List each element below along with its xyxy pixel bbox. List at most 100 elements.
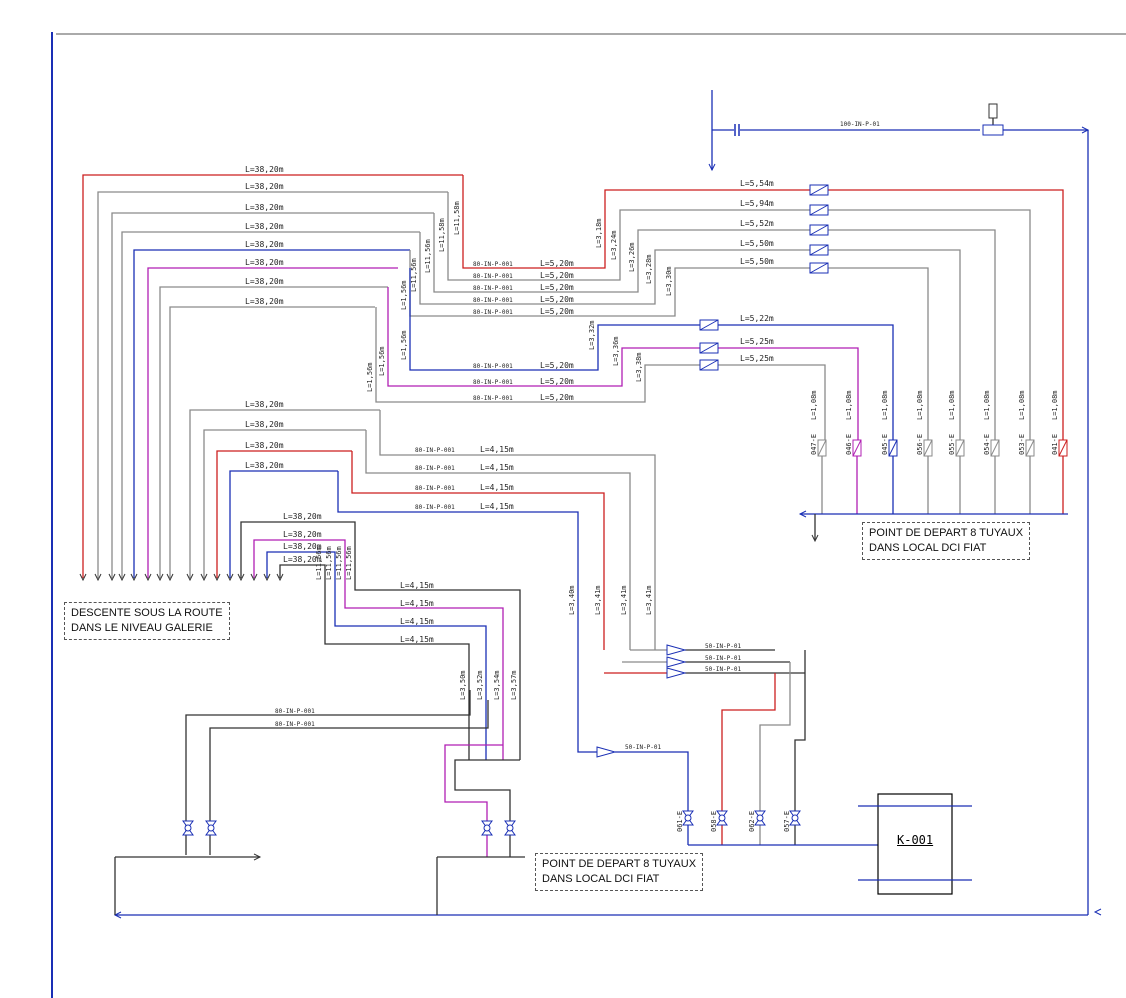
valve-tag: 045-E	[881, 434, 889, 455]
left-riser-length: L=11,56m	[335, 546, 343, 580]
header-length: L=38,20m	[245, 258, 284, 267]
header-pipe	[159, 286, 388, 578]
note-depart-bottom: POINT DE DEPART 8 TUYAUX DANS LOCAL DCI …	[535, 853, 704, 891]
header-length: L=38,20m	[245, 441, 284, 450]
branch-length: L=5,52m	[740, 219, 774, 228]
meter-icon	[982, 124, 1004, 136]
branch-length: L=5,50m	[740, 257, 774, 266]
mid-length: L=5,20m	[540, 295, 574, 304]
valve-stem-icon	[207, 824, 215, 832]
reducer-icon	[666, 644, 687, 656]
small-line-tag: 50-IN-P-01	[705, 666, 742, 673]
branch-length: L=5,22m	[740, 314, 774, 323]
line-tag: 80-IN-P-001	[275, 721, 315, 728]
mid-length: L=4,15m	[480, 463, 514, 472]
mid-length: L=4,15m	[400, 635, 434, 644]
mid-length: L=5,20m	[540, 393, 574, 402]
line-tag: 80-IN-P-001	[415, 504, 455, 511]
mid-length: L=4,15m	[480, 502, 514, 511]
line-tag: 80-IN-P-001	[473, 395, 513, 402]
riser-length: L=3,32m	[588, 320, 596, 350]
actuator-icon	[988, 103, 998, 119]
header-length: L=38,20m	[245, 203, 284, 212]
valve-tag: 054-E	[983, 434, 991, 455]
drop-length: L=1,08m	[881, 390, 889, 420]
riser-length: L=3,18m	[595, 218, 603, 248]
left-riser-length: L=11,56m	[424, 239, 432, 273]
branch-pipe	[375, 307, 826, 440]
header-length: L=38,20m	[283, 512, 322, 521]
mid-length: L=5,20m	[540, 377, 574, 386]
pipe-labels: 100-IN-P-01 L=38,20m L=38,20m L=38,20m L=38,…	[245, 121, 1059, 832]
reducer-icon	[596, 746, 617, 758]
left-riser-length: L=1,56m	[366, 362, 374, 392]
small-line-tag: 50-IN-P-01	[705, 643, 742, 650]
header-length: L=38,20m	[245, 400, 284, 409]
line-tag: 80-IN-P-001	[415, 465, 455, 472]
valve-tag: 058-E	[710, 811, 718, 832]
line-tag: 80-IN-P-001	[473, 285, 513, 292]
left-riser-length: L=11,56m	[325, 546, 333, 580]
line-tag: 80-IN-P-001	[473, 261, 513, 268]
left-riser-length: L=1,56m	[400, 330, 408, 360]
riser-length: L=3,28m	[645, 254, 653, 284]
mid-length: L=4,15m	[400, 599, 434, 608]
drop-length: L=1,08m	[845, 390, 853, 420]
mid-length: L=4,15m	[400, 581, 434, 590]
drop-length: L=1,08m	[916, 390, 924, 420]
riser-length: L=3,40m	[568, 585, 576, 615]
mid-length: L=4,15m	[480, 445, 514, 454]
pipe-segment	[209, 700, 489, 855]
branch-length: L=5,50m	[740, 239, 774, 248]
branch-length: L=5,54m	[740, 179, 774, 188]
line-tag: 80-IN-P-001	[415, 447, 455, 454]
header-pipe	[82, 174, 463, 578]
branch-pipe	[379, 410, 656, 650]
valve-stem-icon	[483, 824, 491, 832]
reducer-icon	[666, 656, 687, 668]
valve-tag: 056-E	[916, 434, 924, 455]
header-length: L=38,20m	[245, 182, 284, 191]
branch-pipe	[409, 268, 894, 440]
valve-tag: 047-E	[810, 434, 818, 455]
mid-length: L=5,20m	[540, 259, 574, 268]
branch-pipe	[337, 471, 579, 650]
riser-length: L=3,41m	[620, 585, 628, 615]
pipe-segment	[444, 744, 503, 857]
small-line-tag: 50-IN-P-01	[625, 744, 662, 751]
left-riser-length: L=1,56m	[378, 346, 386, 376]
line-tag: 80-IN-P-001	[473, 273, 513, 280]
branch-pipe	[266, 551, 487, 760]
header-length: L=38,20m	[245, 165, 284, 174]
small-line-tag: 50-IN-P-01	[705, 655, 742, 662]
line-tag: 80-IN-P-001	[473, 297, 513, 304]
bottom-riser-length: L=3,50m	[459, 670, 467, 700]
note-line: DANS LOCAL DCI FIAT	[869, 542, 987, 554]
left-riser-length: L=11,58m	[453, 201, 461, 235]
arrow-left-icon	[1093, 908, 1102, 916]
drop-length: L=1,08m	[948, 390, 956, 420]
line-tag: 80-IN-P-001	[275, 708, 315, 715]
drop-length: L=1,08m	[1051, 390, 1059, 420]
left-riser-length: L=11,56m	[345, 546, 353, 580]
note-line: DANS LE NIVEAU GALERIE	[71, 622, 213, 634]
header-length: L=38,20m	[283, 530, 322, 539]
riser-length: L=3,41m	[594, 585, 602, 615]
mid-length: L=5,20m	[540, 361, 574, 370]
riser-length: L=3,26m	[628, 242, 636, 272]
main-line-tag: 100-IN-P-01	[840, 121, 880, 128]
valve-group	[182, 103, 1068, 895]
mid-length: L=5,20m	[540, 271, 574, 280]
valve-stem-icon	[184, 824, 192, 832]
header-length: L=38,20m	[245, 240, 284, 249]
line-tag: 80-IN-P-001	[473, 379, 513, 386]
pipe-segment	[577, 650, 597, 753]
riser-length: L=3,38m	[635, 352, 643, 382]
valve-stem-icon	[718, 814, 726, 822]
drop-length: L=1,08m	[1018, 390, 1026, 420]
valve-tag: 061-E	[676, 811, 684, 832]
branch-pipe	[351, 451, 605, 650]
note-line: DESCENTE SOUS LA ROUTE	[71, 607, 223, 619]
note-line: POINT DE DEPART 8 TUYAUX	[542, 858, 697, 870]
reducer-icon	[666, 667, 687, 679]
